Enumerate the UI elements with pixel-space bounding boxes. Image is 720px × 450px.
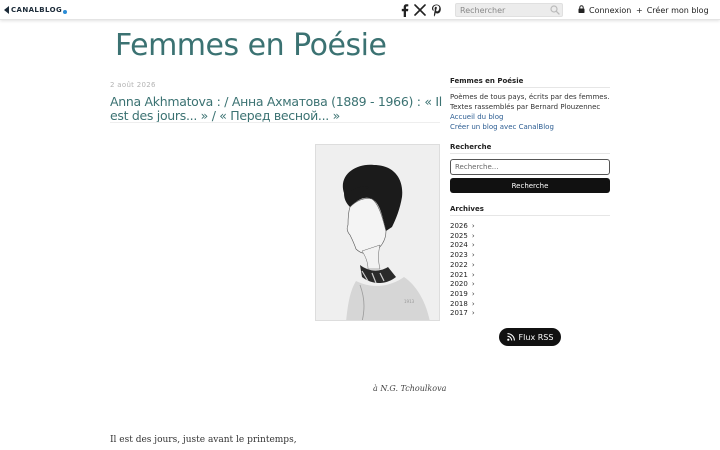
chevron-right-icon: › (471, 260, 475, 269)
sidebar-divider (450, 153, 610, 154)
create-blog-link[interactable]: + Créer mon blog (636, 4, 709, 16)
sidebar-search-button[interactable]: Recherche (450, 178, 610, 193)
sidebar-create-blog-link[interactable]: Créer un blog avec CanalBlog (450, 123, 554, 131)
facebook-icon[interactable] (398, 3, 410, 17)
chevron-right-icon: › (471, 231, 475, 240)
chevron-right-icon: › (471, 270, 475, 279)
lock-icon (578, 5, 585, 15)
blog-title[interactable]: Femmes en Poésie (115, 28, 387, 63)
poem-first-line: Il est des jours, juste avant le printem… (110, 435, 297, 445)
sidebar-search-input[interactable] (450, 159, 610, 175)
sidebar-archives-heading: Archives (450, 205, 484, 213)
chevron-right-icon: › (471, 308, 475, 317)
rss-feed-button[interactable]: Flux RSS (499, 328, 561, 346)
logo-text: CANALBLOG (11, 6, 63, 14)
archive-item[interactable]: 2026 › (450, 221, 475, 230)
archive-item[interactable]: 2018 › (450, 299, 475, 308)
sidebar-about-line2: Textes rassemblés par Bernard Plouzennec (450, 103, 601, 111)
archive-year: 2021 (450, 270, 468, 279)
post-title-divider (110, 122, 440, 123)
create-blog-label: Créer mon blog (646, 5, 709, 15)
post-date: 2 août 2026 (110, 81, 156, 89)
x-icon[interactable] (413, 3, 427, 17)
archive-year: 2025 (450, 231, 468, 240)
logo-arrow-icon (4, 6, 9, 14)
chevron-right-icon: › (471, 279, 475, 288)
search-icon[interactable] (550, 5, 560, 15)
archive-item[interactable]: 2020 › (450, 279, 475, 288)
archive-item[interactable]: 2023 › (450, 250, 475, 259)
sidebar-about-heading: Femmes en Poésie (450, 77, 524, 85)
sidebar-home-link[interactable]: Accueil du blog (450, 113, 503, 121)
sidebar-divider (450, 87, 610, 88)
chevron-right-icon: › (471, 221, 475, 230)
chevron-right-icon: › (471, 299, 475, 308)
archive-item[interactable]: 2022 › (450, 260, 475, 269)
portrait-image: 1913 (315, 144, 440, 321)
archive-year: 2023 (450, 250, 468, 259)
archive-year: 2020 (450, 279, 468, 288)
archive-year: 2024 (450, 240, 468, 249)
archive-item[interactable]: 2017 › (450, 308, 475, 317)
plus-icon: + (636, 5, 643, 15)
chevron-right-icon: › (471, 289, 475, 298)
svg-text:1913: 1913 (404, 299, 415, 304)
sidebar-divider (450, 215, 610, 216)
archive-year: 2017 (450, 308, 468, 317)
archive-item[interactable]: 2021 › (450, 270, 475, 279)
pinterest-icon[interactable] (430, 3, 443, 17)
archive-item[interactable]: 2024 › (450, 240, 475, 249)
chevron-right-icon: › (471, 240, 475, 249)
top-search-input[interactable] (455, 3, 563, 17)
archive-year: 2019 (450, 289, 468, 298)
rss-label: Flux RSS (518, 332, 554, 342)
archive-year: 2026 (450, 221, 468, 230)
top-bar: CANALBLOG Connexion + Créer mon blog (0, 0, 720, 20)
sidebar-search-heading: Recherche (450, 143, 492, 151)
logo-dot-icon (63, 10, 68, 14)
archive-item[interactable]: 2019 › (450, 289, 475, 298)
archive-year: 2018 (450, 299, 468, 308)
rss-icon (506, 333, 515, 341)
archive-year: 2022 (450, 260, 468, 269)
login-label: Connexion (589, 5, 632, 15)
archive-item[interactable]: 2025 › (450, 231, 475, 240)
login-link[interactable]: Connexion (578, 4, 631, 16)
post-title[interactable]: Anna Akhmatova : / Анна Ахматова (1889 -… (110, 95, 442, 123)
canalblog-logo[interactable]: CANALBLOG (4, 4, 68, 16)
sidebar-about-line1: Poèmes de tous pays, écrits par des femm… (450, 93, 610, 101)
image-caption: à N.G. Tchoulkova (373, 384, 447, 393)
chevron-right-icon: › (471, 250, 475, 259)
